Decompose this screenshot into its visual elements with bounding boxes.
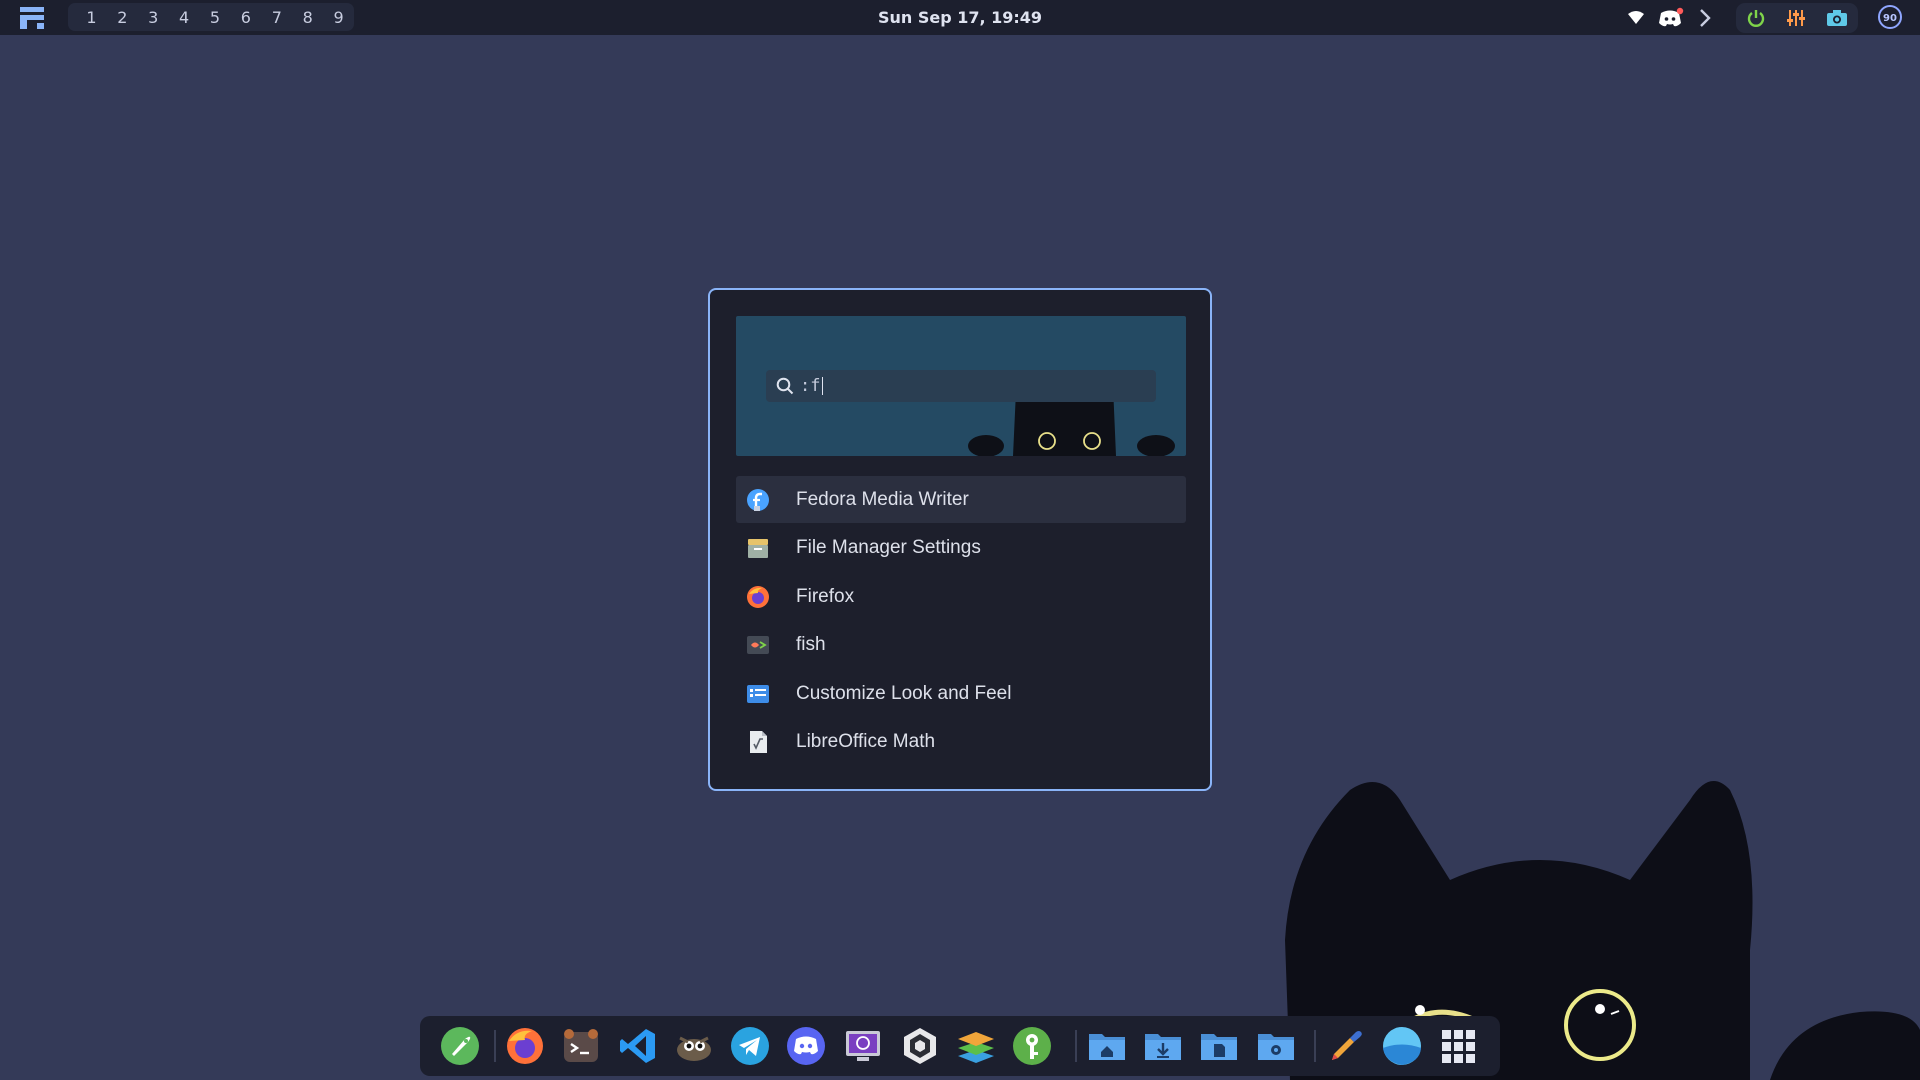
keepass-icon[interactable] <box>1012 1026 1052 1066</box>
result-label: Fedora Media Writer <box>796 489 969 510</box>
workspace-8[interactable]: 8 <box>292 8 323 27</box>
result-label: Customize Look and Feel <box>796 682 1012 704</box>
search-query: f <box>810 376 821 396</box>
text-caret <box>821 377 823 395</box>
fish-terminal-icon <box>747 636 769 655</box>
look-and-feel-icon <box>747 684 769 703</box>
power-icon[interactable] <box>1746 8 1766 28</box>
terminal-icon[interactable] <box>561 1026 601 1066</box>
results-list: Fedora Media Writer File Manager Setting… <box>736 476 1186 766</box>
search-icon <box>776 377 794 395</box>
result-label: LibreOffice Math <box>796 730 936 752</box>
virtual-machine-icon[interactable] <box>843 1026 883 1066</box>
dock-separator <box>1314 1030 1316 1062</box>
discord-tray-icon[interactable] <box>1658 7 1684 29</box>
quick-actions <box>1736 3 1858 33</box>
result-firefox[interactable]: Firefox <box>736 573 1186 620</box>
workspace-6[interactable]: 6 <box>230 8 261 27</box>
layers-icon[interactable] <box>956 1026 996 1066</box>
unity-icon[interactable] <box>900 1026 940 1066</box>
result-fish[interactable]: fish <box>736 621 1186 668</box>
dock-separator <box>1075 1030 1077 1062</box>
result-fedora-media-writer[interactable]: Fedora Media Writer <box>736 476 1186 523</box>
menu-logo-icon[interactable] <box>20 7 44 29</box>
file-manager-settings-icon <box>748 539 768 559</box>
dock-separator <box>494 1030 496 1062</box>
chevron-right-icon[interactable] <box>1698 8 1712 28</box>
workspace-9[interactable]: 9 <box>323 8 354 27</box>
workspace-5[interactable]: 5 <box>200 8 231 27</box>
result-label: Firefox <box>796 585 855 607</box>
documents-folder-icon[interactable] <box>1199 1026 1239 1066</box>
battery-indicator[interactable]: 90 <box>1878 5 1902 29</box>
settings-folder-icon[interactable] <box>1256 1026 1296 1066</box>
workspace-1[interactable]: 1 <box>76 8 107 27</box>
discord-icon[interactable] <box>786 1026 826 1066</box>
workspace-2[interactable]: 2 <box>107 8 138 27</box>
result-label: fish <box>796 634 826 656</box>
search-bar[interactable]: :f <box>766 370 1156 402</box>
telegram-icon[interactable] <box>730 1026 770 1066</box>
equalizer-icon[interactable] <box>1786 8 1806 28</box>
search-input[interactable]: :f <box>800 376 823 396</box>
weather-icon[interactable] <box>1382 1026 1422 1066</box>
workspace-4[interactable]: 4 <box>169 8 200 27</box>
result-customize-look-and-feel[interactable]: Customize Look and Feel <box>736 670 1186 717</box>
color-picker-icon[interactable] <box>1326 1026 1366 1066</box>
firefox-icon <box>747 585 769 608</box>
search-prefix: : <box>800 376 811 396</box>
libreoffice-math-icon <box>750 730 767 753</box>
rocket-launcher-icon[interactable] <box>440 1026 480 1066</box>
vscode-icon[interactable] <box>618 1026 658 1066</box>
gimp-icon[interactable] <box>674 1026 714 1066</box>
app-launcher: :f Fedora Media Writer File Manager Sett… <box>708 288 1212 791</box>
camera-icon[interactable] <box>1826 9 1848 27</box>
result-libreoffice-math[interactable]: LibreOffice Math <box>736 718 1186 765</box>
result-file-manager-settings[interactable]: File Manager Settings <box>736 524 1186 571</box>
wifi-icon[interactable] <box>1628 11 1644 25</box>
firefox-icon[interactable] <box>505 1026 545 1066</box>
fedora-media-writer-icon <box>747 489 769 511</box>
launcher-banner: :f <box>736 316 1186 456</box>
result-label: File Manager Settings <box>796 537 981 559</box>
downloads-folder-icon[interactable] <box>1143 1026 1183 1066</box>
system-tray <box>1628 5 1712 31</box>
dock <box>420 1016 1500 1076</box>
app-grid-icon[interactable] <box>1438 1026 1478 1066</box>
top-bar: 1 2 3 4 5 6 7 8 9 Sun Sep 17, 19:49 90 <box>0 0 1920 35</box>
workspace-switcher: 1 2 3 4 5 6 7 8 9 <box>68 3 354 31</box>
workspace-3[interactable]: 3 <box>138 8 169 27</box>
home-folder-icon[interactable] <box>1087 1026 1127 1066</box>
workspace-7[interactable]: 7 <box>261 8 292 27</box>
